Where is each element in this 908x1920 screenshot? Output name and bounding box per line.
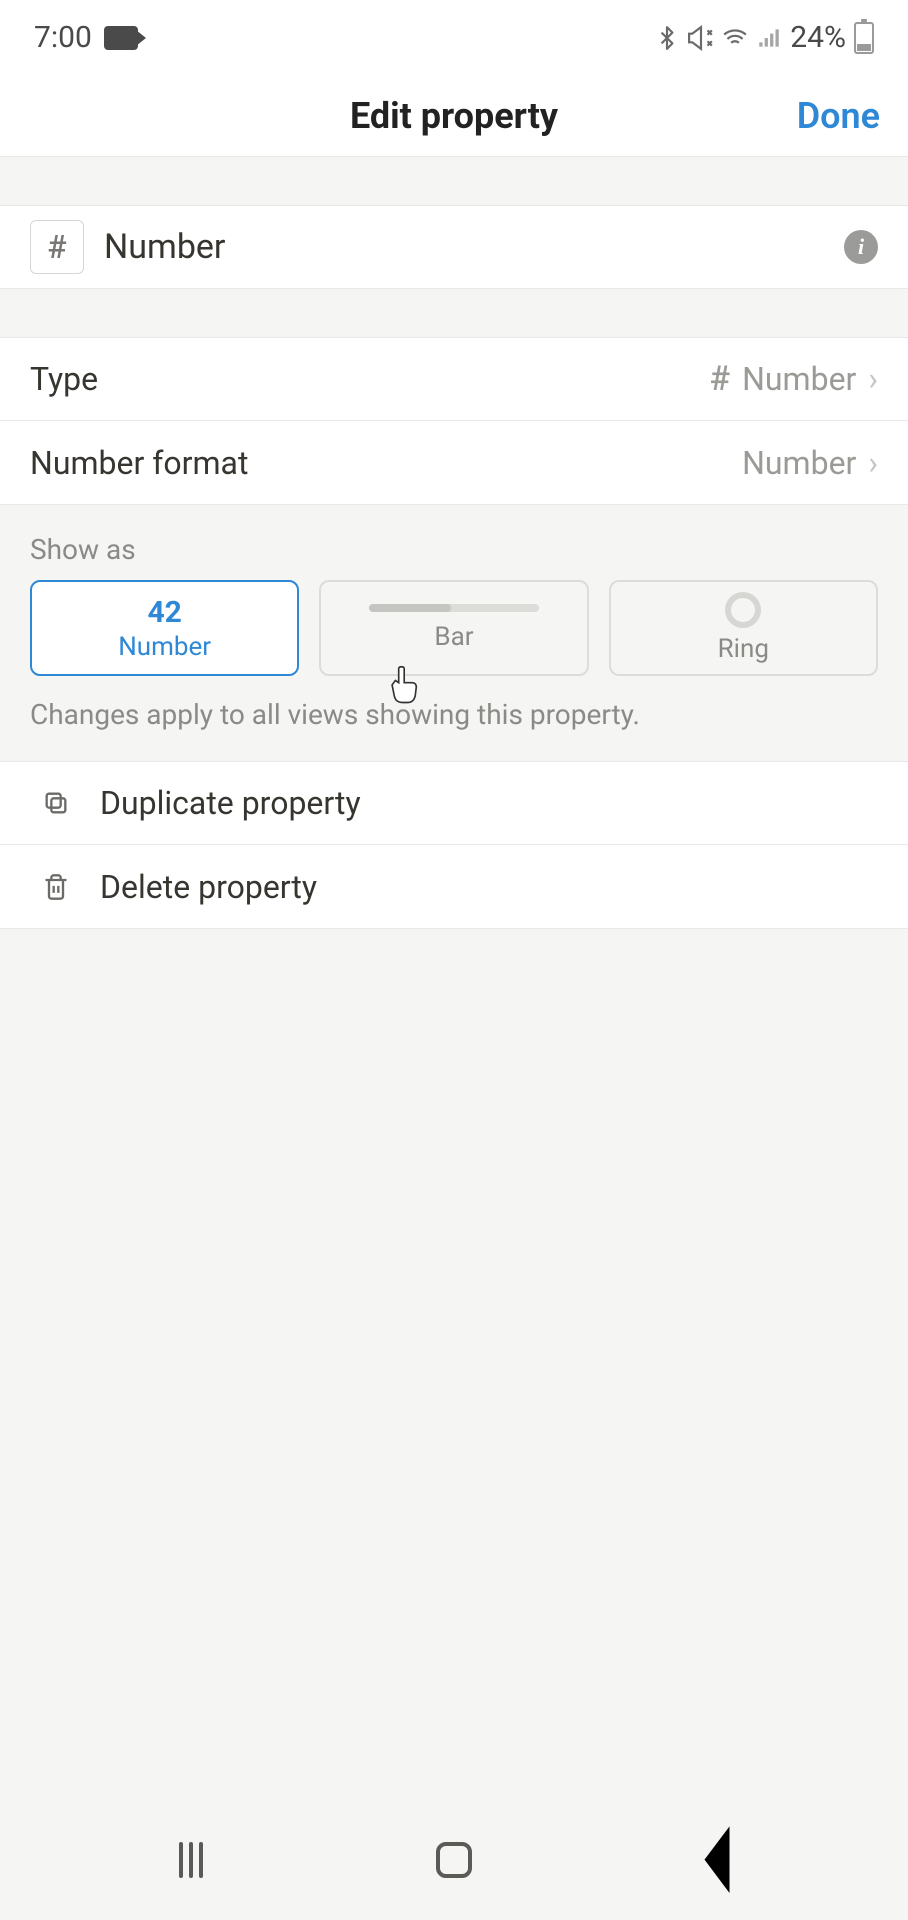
- back-icon: [692, 1818, 742, 1901]
- property-name-row[interactable]: # Number i: [0, 205, 908, 289]
- done-button[interactable]: Done: [797, 95, 880, 137]
- option-label: Number: [118, 632, 211, 662]
- property-icon-picker[interactable]: #: [30, 220, 84, 274]
- show-as-label: Show as: [0, 505, 908, 580]
- nav-home-button[interactable]: [429, 1835, 479, 1885]
- hash-icon: #: [710, 359, 731, 399]
- number-preview: 42: [147, 595, 181, 630]
- chevron-right-icon: ›: [868, 360, 878, 398]
- home-icon: [436, 1842, 472, 1878]
- status-left: 7:00: [34, 20, 138, 55]
- spacer: [0, 157, 908, 205]
- property-name-left: # Number: [30, 220, 225, 274]
- type-label: Type: [30, 360, 98, 398]
- battery-percentage: 24%: [790, 20, 846, 55]
- signal-icon: [756, 25, 782, 51]
- delete-property-button[interactable]: Delete property: [0, 845, 908, 929]
- show-as-option-ring[interactable]: Ring: [609, 580, 878, 676]
- recents-icon: [179, 1842, 203, 1878]
- ring-preview-icon: [725, 592, 761, 628]
- hash-icon: #: [47, 228, 66, 266]
- number-format-value-text: Number: [742, 444, 856, 482]
- type-value-text: Number: [742, 360, 856, 398]
- page-title: Edit property: [350, 95, 558, 137]
- android-nav-bar: [0, 1800, 908, 1920]
- delete-label: Delete property: [100, 868, 317, 906]
- number-format-row[interactable]: Number format Number ›: [0, 421, 908, 505]
- number-format-value: Number ›: [742, 444, 878, 482]
- status-time: 7:00: [34, 20, 92, 55]
- nav-back-button[interactable]: [692, 1835, 742, 1885]
- duplicate-label: Duplicate property: [100, 784, 361, 822]
- bluetooth-icon: [654, 25, 680, 51]
- show-as-option-number[interactable]: 42 Number: [30, 580, 299, 676]
- wifi-icon: [722, 25, 748, 51]
- chevron-right-icon: ›: [868, 444, 878, 482]
- property-name-input[interactable]: Number: [104, 227, 225, 267]
- status-bar: 7:00 24%: [0, 0, 908, 75]
- show-as-option-bar[interactable]: Bar: [319, 580, 588, 676]
- option-label: Bar: [434, 622, 473, 652]
- option-label: Ring: [718, 634, 769, 664]
- mute-vibrate-icon: [688, 25, 714, 51]
- nav-recents-button[interactable]: [166, 1835, 216, 1885]
- status-right: 24%: [654, 20, 874, 55]
- spacer: [0, 289, 908, 337]
- bar-preview-icon: [369, 604, 539, 612]
- trash-icon: [40, 871, 72, 903]
- duplicate-icon: [40, 787, 72, 819]
- page-header: Edit property Done: [0, 75, 908, 157]
- show-as-options: 42 Number Bar Ring: [0, 580, 908, 676]
- number-format-label: Number format: [30, 444, 248, 482]
- show-as-helper-text: Changes apply to all views showing this …: [0, 676, 908, 761]
- duplicate-property-button[interactable]: Duplicate property: [0, 761, 908, 845]
- battery-icon: [854, 22, 874, 54]
- type-value: # Number ›: [710, 359, 878, 399]
- type-row[interactable]: Type # Number ›: [0, 337, 908, 421]
- info-icon[interactable]: i: [844, 230, 878, 264]
- camera-recording-icon: [104, 26, 138, 50]
